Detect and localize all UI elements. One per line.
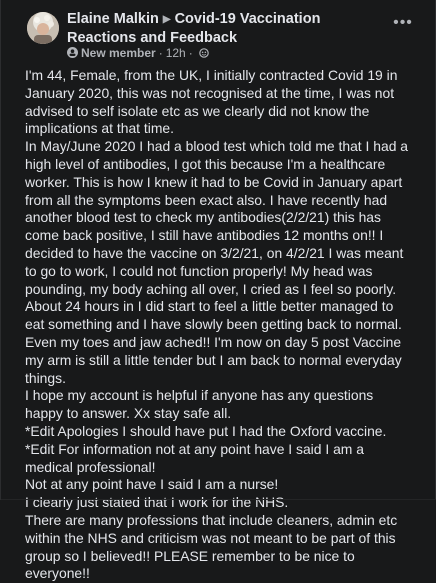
post-title-line: Elaine Malkin ▶ Covid-19 Vaccination React… [67,10,387,47]
globe-icon[interactable] [198,48,209,58]
post-paragraph: *Edit For information not at any point h… [25,440,364,475]
post-paragraph: I hope my account is helpful if anyone h… [25,387,374,422]
meta-separator: · [158,46,163,60]
author-name[interactable]: Elaine Malkin [67,11,159,27]
post-paragraph: In May/June 2020 I had a blood test whic… [25,138,409,386]
post-paragraph: *Edit Apologies I should have put I had … [25,422,387,439]
caret-right-icon: ▶ [162,14,171,25]
post-paragraph: Not at any point have I said I am a nurs… [25,476,279,493]
new-member-icon [67,47,78,58]
post-paragraph: There are many professions that include … [25,511,398,582]
meta-separator-2: · [188,46,193,60]
post-header: Elaine Malkin ▶ Covid-19 Vaccination React… [1,0,436,70]
more-options-icon[interactable]: ••• [391,15,415,31]
post-body: I'm 44, Female, from the UK, I initially… [25,67,413,583]
new-member-badge[interactable]: New member [81,46,156,60]
post-paragraph: I'm 44, Female, from the UK, I initially… [25,67,398,137]
avatar[interactable] [27,12,59,44]
post-timestamp[interactable]: 12h [166,46,186,60]
avatar-image [27,12,59,44]
post-paragraph: I clearly just stated that I work for th… [25,494,289,511]
post-meta: New member · 12h · [67,46,209,60]
post-card: Elaine Malkin ▶ Covid-19 Vaccination React… [0,0,436,581]
